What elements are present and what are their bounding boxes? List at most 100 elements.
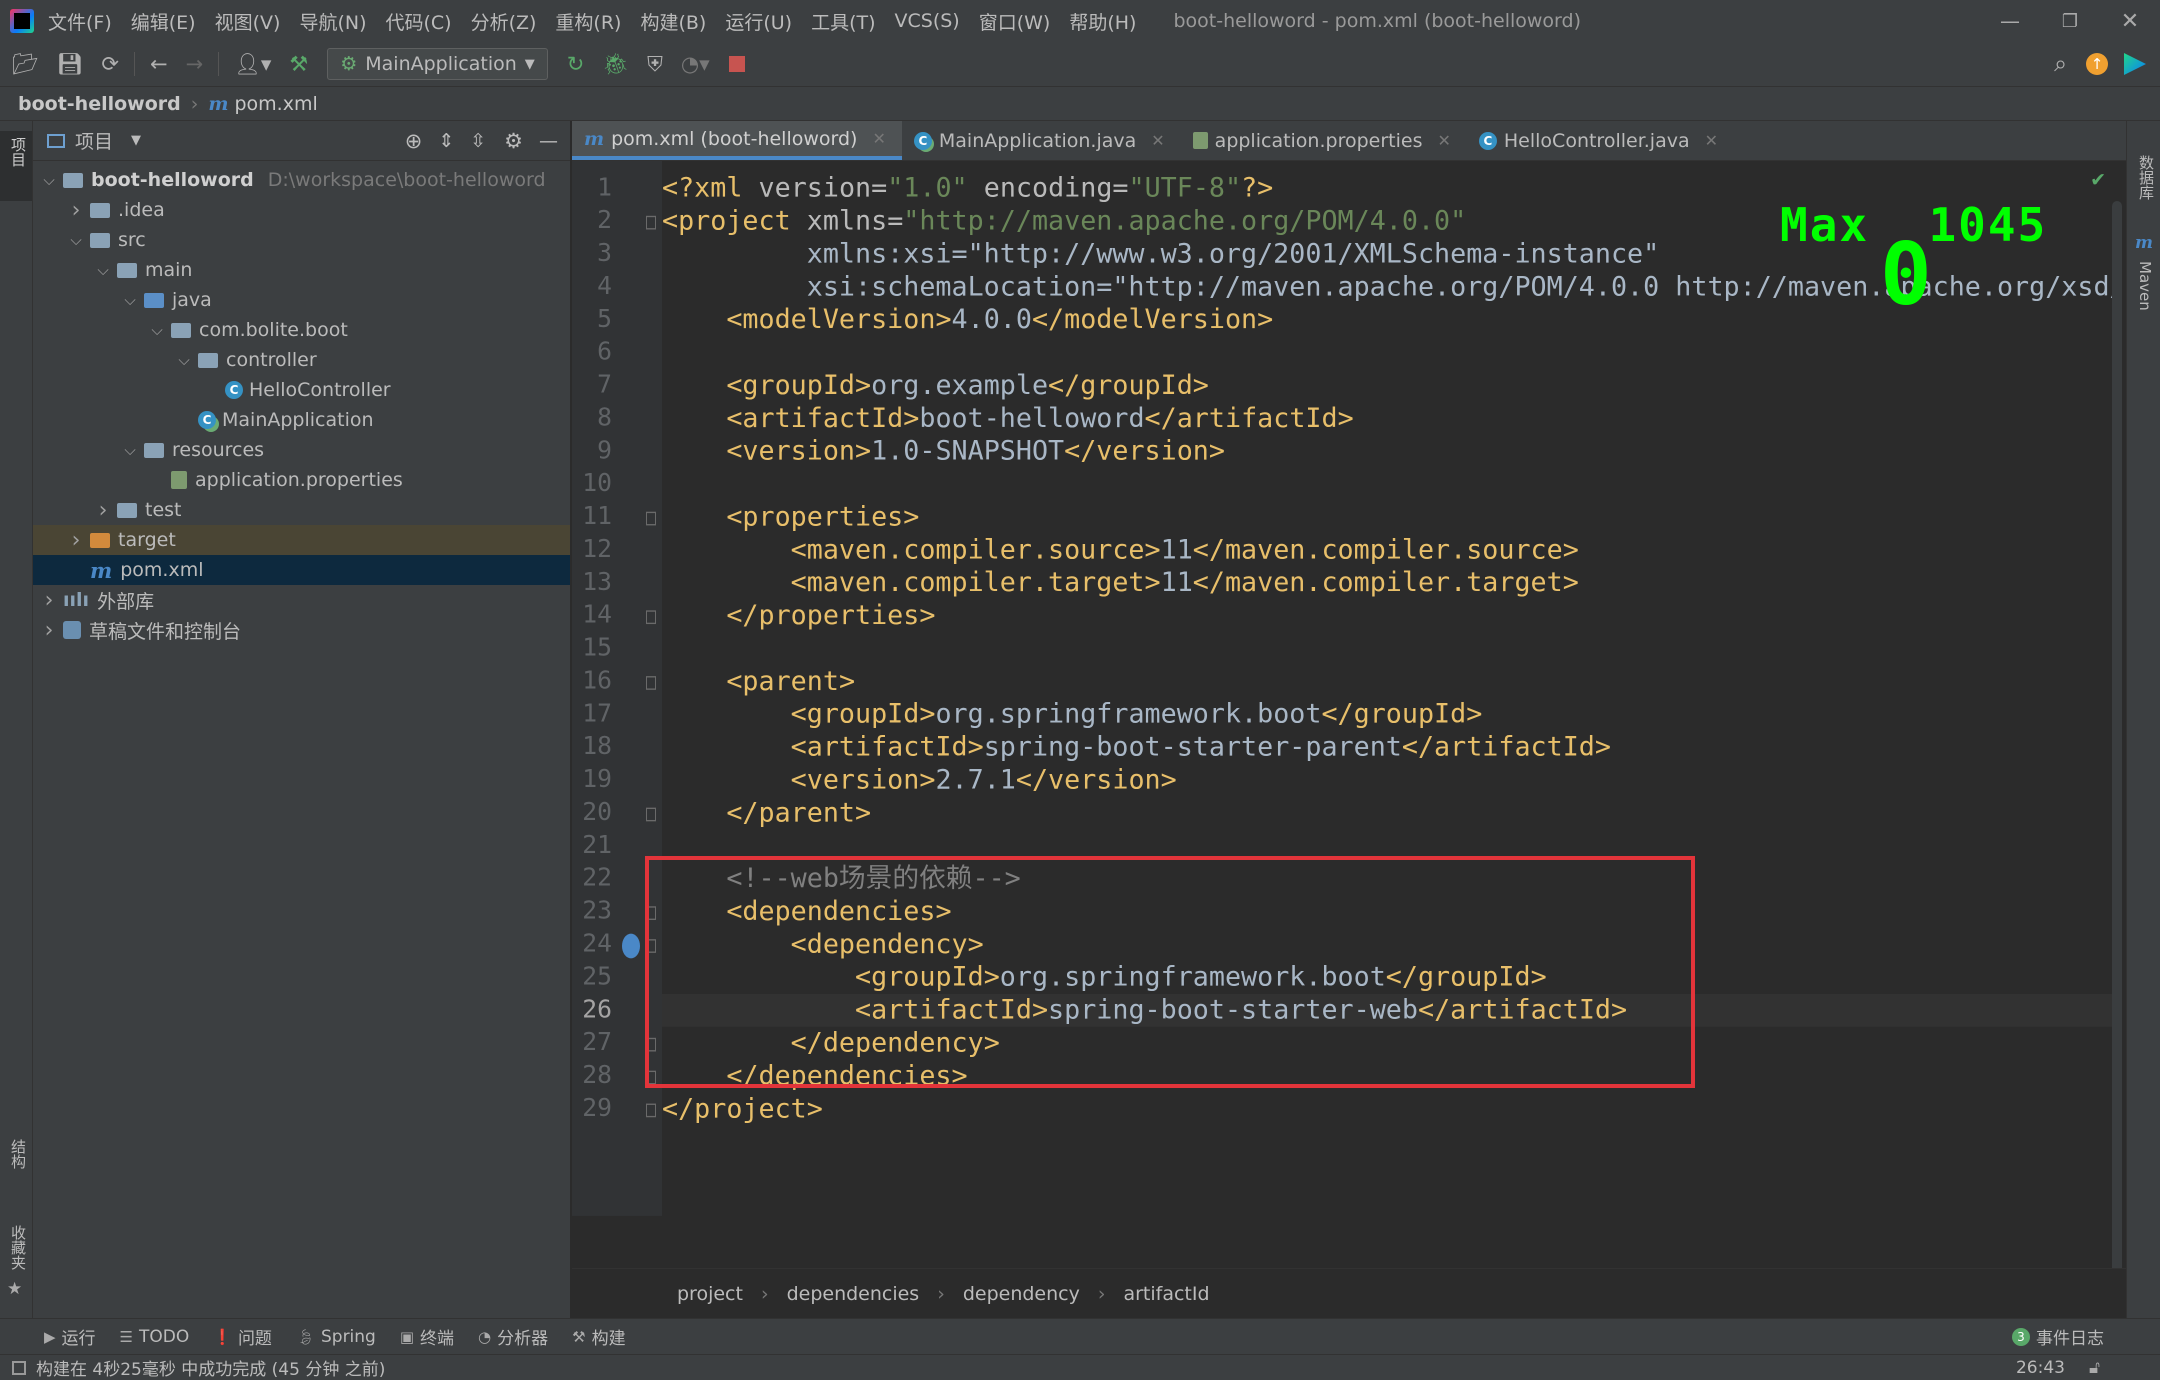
chevron-right-icon[interactable]: ›: [39, 588, 59, 613]
tab-hellocontroller[interactable]: C HelloController.java ✕: [1467, 121, 1734, 160]
menu-item[interactable]: 重构(R): [555, 8, 621, 35]
toolbox-icon[interactable]: [2124, 53, 2146, 75]
close-icon[interactable]: ✕: [1705, 131, 1718, 150]
tree-row[interactable]: ⌵ main: [33, 255, 570, 285]
gear-icon[interactable]: ⚙: [504, 129, 523, 153]
tree-row[interactable]: application.properties: [33, 465, 570, 495]
chevron-down-icon[interactable]: ▼: [131, 133, 141, 148]
project-tool-button[interactable]: 项目: [0, 131, 32, 201]
status-window-icon[interactable]: [12, 1360, 26, 1375]
close-icon[interactable]: ✕: [872, 129, 885, 148]
code-line[interactable]: <groupId>org.springframework.boot</group…: [662, 698, 2121, 731]
user-icon[interactable]: 👤︎▾: [234, 52, 271, 77]
chevron-down-icon[interactable]: ⌵: [147, 321, 167, 339]
open-folder-icon[interactable]: 📂︎: [12, 52, 39, 77]
tree-row[interactable]: ⌵ boot-helloword D:\workspace\boot-hellowo…: [33, 165, 570, 195]
structure-tool-label[interactable]: 结构: [8, 1139, 29, 1169]
fold-marker-icon[interactable]: [646, 215, 656, 230]
chevron-down-icon[interactable]: ⌵: [66, 231, 86, 249]
code-line[interactable]: <version>2.7.1</version>: [662, 764, 2121, 797]
tree-row[interactable]: ⌵ com.bolite.boot: [33, 315, 570, 345]
tree-row[interactable]: › test: [33, 495, 570, 525]
status-message[interactable]: 构建在 4秒25毫秒 中成功完成 (45 分钟 之前): [36, 1355, 385, 1380]
chevron-right-icon[interactable]: ›: [66, 198, 86, 223]
search-icon[interactable]: ⌕: [2054, 51, 2067, 77]
vertical-scrollbar[interactable]: [2112, 201, 2122, 1275]
code-line[interactable]: <artifactId>spring-boot-starter-parent</…: [662, 731, 2121, 764]
stop-icon[interactable]: [728, 56, 745, 72]
code-line[interactable]: <groupId>org.example</groupId>: [662, 369, 2121, 402]
minimize-button[interactable]: —: [1980, 9, 2040, 33]
tab-pom[interactable]: m pom.xml (boot-helloword) ✕: [572, 121, 902, 160]
editor-breadcrumb-item[interactable]: dependencies: [787, 1283, 920, 1305]
run-config-select[interactable]: ⚙ MainApplication ▼: [327, 48, 548, 80]
chevron-down-icon[interactable]: ⌵: [93, 261, 113, 279]
tool-window-button[interactable]: ❗ 问题: [213, 1324, 272, 1350]
caret-position[interactable]: 26:43: [2016, 1358, 2065, 1378]
menu-item[interactable]: 编辑(E): [131, 8, 196, 35]
tree-row[interactable]: C MainApplication: [33, 405, 570, 435]
project-panel-title[interactable]: 项目: [75, 127, 113, 154]
menu-item[interactable]: 运行(U): [725, 8, 792, 35]
menu-item[interactable]: 视图(V): [215, 8, 281, 35]
chevron-right-icon[interactable]: ›: [39, 618, 59, 643]
tool-window-button[interactable]: ▶ 运行: [44, 1324, 96, 1350]
event-log-button[interactable]: 事件日志: [2036, 1324, 2104, 1349]
menu-item[interactable]: 帮助(H): [1069, 8, 1136, 35]
profile-icon[interactable]: ◔▾: [681, 52, 710, 76]
close-window-button[interactable]: ✕: [2100, 9, 2160, 34]
hide-panel-icon[interactable]: —: [539, 130, 558, 152]
back-arrow-icon[interactable]: ←: [150, 52, 168, 76]
tree-row[interactable]: C HelloController: [33, 375, 570, 405]
code-line[interactable]: [662, 336, 2121, 369]
tree-row[interactable]: › ıılı 外部库: [33, 585, 570, 615]
menu-item[interactable]: 构建(B): [640, 8, 706, 35]
collapse-all-icon[interactable]: ⇳: [470, 130, 486, 152]
fold-marker-icon[interactable]: [646, 1103, 656, 1118]
expand-all-icon[interactable]: ⇕: [438, 130, 454, 152]
close-icon[interactable]: ✕: [1437, 131, 1450, 150]
tree-row[interactable]: m pom.xml: [33, 555, 570, 585]
tool-window-button[interactable]: ⚒ 构建: [572, 1324, 625, 1350]
editor-breadcrumb-item[interactable]: project: [677, 1283, 743, 1305]
breadcrumb-project[interactable]: boot-helloword: [18, 93, 181, 115]
menu-item[interactable]: 代码(C): [385, 8, 451, 35]
tool-window-button[interactable]: ◔ 分析器: [478, 1324, 548, 1350]
rerun-icon[interactable]: ↻: [567, 52, 585, 76]
fold-marker-icon[interactable]: [646, 610, 656, 625]
editor-breadcrumb-item[interactable]: dependency: [963, 1283, 1080, 1305]
chevron-right-icon[interactable]: ›: [93, 498, 113, 523]
code-line[interactable]: <maven.compiler.target>11</maven.compile…: [662, 567, 2121, 600]
code-line[interactable]: [662, 632, 2121, 665]
tool-window-button[interactable]: ☰ TODO: [120, 1327, 190, 1347]
tab-mainapplication[interactable]: C MainApplication.java ✕: [902, 121, 1181, 160]
tool-window-button[interactable]: 🍃︎ Spring: [296, 1327, 376, 1347]
breadcrumb-file[interactable]: pom.xml: [234, 93, 317, 115]
close-icon[interactable]: ✕: [1151, 131, 1164, 150]
code-line[interactable]: <artifactId>boot-helloword</artifactId>: [662, 402, 2121, 435]
menu-item[interactable]: 窗口(W): [979, 8, 1051, 35]
code-line[interactable]: <version>1.0-SNAPSHOT</version>: [662, 435, 2121, 468]
save-icon[interactable]: 💾︎: [57, 52, 84, 77]
tree-row[interactable]: ⌵ resources: [33, 435, 570, 465]
restore-button[interactable]: ❐: [2040, 11, 2100, 32]
code-line[interactable]: </properties>: [662, 599, 2121, 632]
code-line[interactable]: <properties>: [662, 501, 2121, 534]
forward-arrow-icon[interactable]: →: [186, 52, 204, 76]
fold-marker-icon[interactable]: [646, 807, 656, 822]
menu-item[interactable]: 文件(F): [48, 8, 112, 35]
tree-row[interactable]: ⌵ src: [33, 225, 570, 255]
favorites-tool-label[interactable]: 收藏夹: [8, 1225, 29, 1270]
lock-icon[interactable]: 🔓︎: [2089, 1358, 2100, 1378]
dependency-gutter-icon[interactable]: [622, 933, 640, 959]
tool-window-button[interactable]: ▣ 终端: [400, 1324, 454, 1350]
database-tool-label[interactable]: 数据库: [2136, 155, 2157, 200]
chevron-down-icon[interactable]: ⌵: [39, 171, 59, 189]
tree-row[interactable]: › target: [33, 525, 570, 555]
locate-icon[interactable]: ⊕: [405, 129, 423, 153]
chevron-down-icon[interactable]: ⌵: [120, 291, 140, 309]
update-icon[interactable]: ↑: [2086, 53, 2108, 75]
chevron-right-icon[interactable]: ›: [66, 528, 86, 553]
chevron-down-icon[interactable]: ⌵: [174, 351, 194, 369]
fold-marker-icon[interactable]: [646, 676, 656, 690]
